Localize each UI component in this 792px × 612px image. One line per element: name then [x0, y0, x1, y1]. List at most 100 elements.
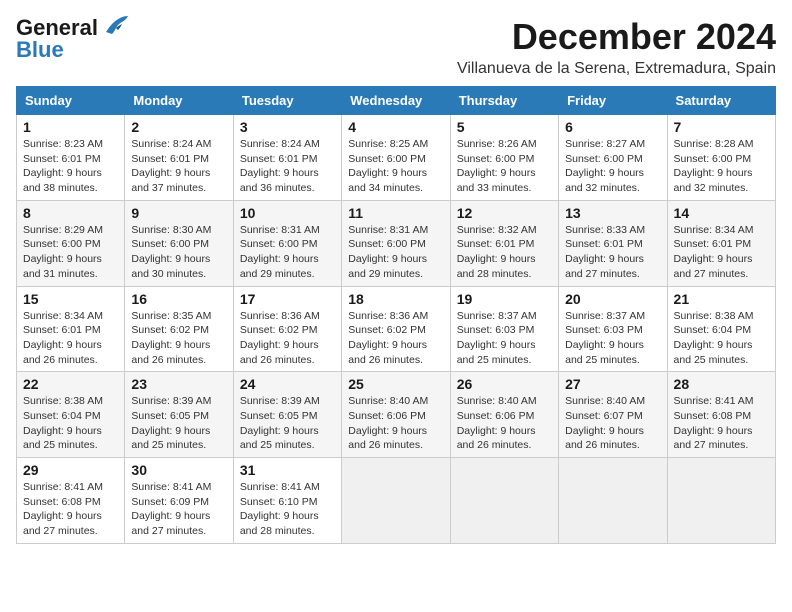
calendar-cell: 14 Sunrise: 8:34 AM Sunset: 6:01 PM Dayl… — [667, 200, 775, 286]
day-number: 26 — [457, 376, 552, 392]
day-number: 17 — [240, 291, 335, 307]
weekday-header-tuesday: Tuesday — [233, 87, 341, 115]
calendar-cell: 12 Sunrise: 8:32 AM Sunset: 6:01 PM Dayl… — [450, 200, 558, 286]
day-number: 30 — [131, 462, 226, 478]
calendar-cell: 11 Sunrise: 8:31 AM Sunset: 6:00 PM Dayl… — [342, 200, 450, 286]
day-info: Sunrise: 8:24 AM Sunset: 6:01 PM Dayligh… — [131, 137, 226, 196]
calendar-cell: 31 Sunrise: 8:41 AM Sunset: 6:10 PM Dayl… — [233, 458, 341, 544]
weekday-header-wednesday: Wednesday — [342, 87, 450, 115]
calendar-week-5: 29 Sunrise: 8:41 AM Sunset: 6:08 PM Dayl… — [17, 458, 776, 544]
day-info: Sunrise: 8:37 AM Sunset: 6:03 PM Dayligh… — [457, 309, 552, 368]
calendar-cell: 21 Sunrise: 8:38 AM Sunset: 6:04 PM Dayl… — [667, 286, 775, 372]
weekday-header-monday: Monday — [125, 87, 233, 115]
title-section: December 2024 Villanueva de la Serena, E… — [457, 16, 776, 78]
day-number: 10 — [240, 205, 335, 221]
day-number: 9 — [131, 205, 226, 221]
day-info: Sunrise: 8:40 AM Sunset: 6:06 PM Dayligh… — [457, 394, 552, 453]
calendar-cell: 19 Sunrise: 8:37 AM Sunset: 6:03 PM Dayl… — [450, 286, 558, 372]
logo-bird-icon — [102, 14, 130, 36]
day-info: Sunrise: 8:26 AM Sunset: 6:00 PM Dayligh… — [457, 137, 552, 196]
day-number: 20 — [565, 291, 660, 307]
day-info: Sunrise: 8:24 AM Sunset: 6:01 PM Dayligh… — [240, 137, 335, 196]
calendar-week-4: 22 Sunrise: 8:38 AM Sunset: 6:04 PM Dayl… — [17, 372, 776, 458]
calendar-week-2: 8 Sunrise: 8:29 AM Sunset: 6:00 PM Dayli… — [17, 200, 776, 286]
weekday-header-friday: Friday — [559, 87, 667, 115]
page-header: General Blue December 2024 Villanueva de… — [16, 16, 776, 78]
day-number: 21 — [674, 291, 769, 307]
day-info: Sunrise: 8:40 AM Sunset: 6:06 PM Dayligh… — [348, 394, 443, 453]
calendar-cell: 27 Sunrise: 8:40 AM Sunset: 6:07 PM Dayl… — [559, 372, 667, 458]
day-number: 3 — [240, 119, 335, 135]
calendar-cell: 3 Sunrise: 8:24 AM Sunset: 6:01 PM Dayli… — [233, 115, 341, 201]
weekday-header-sunday: Sunday — [17, 87, 125, 115]
calendar-cell: 7 Sunrise: 8:28 AM Sunset: 6:00 PM Dayli… — [667, 115, 775, 201]
day-info: Sunrise: 8:35 AM Sunset: 6:02 PM Dayligh… — [131, 309, 226, 368]
day-info: Sunrise: 8:38 AM Sunset: 6:04 PM Dayligh… — [674, 309, 769, 368]
day-number: 23 — [131, 376, 226, 392]
day-info: Sunrise: 8:36 AM Sunset: 6:02 PM Dayligh… — [348, 309, 443, 368]
day-number: 22 — [23, 376, 118, 392]
day-info: Sunrise: 8:32 AM Sunset: 6:01 PM Dayligh… — [457, 223, 552, 282]
day-info: Sunrise: 8:41 AM Sunset: 6:10 PM Dayligh… — [240, 480, 335, 539]
day-number: 4 — [348, 119, 443, 135]
day-info: Sunrise: 8:33 AM Sunset: 6:01 PM Dayligh… — [565, 223, 660, 282]
day-info: Sunrise: 8:25 AM Sunset: 6:00 PM Dayligh… — [348, 137, 443, 196]
month-title: December 2024 — [457, 16, 776, 58]
calendar-cell: 22 Sunrise: 8:38 AM Sunset: 6:04 PM Dayl… — [17, 372, 125, 458]
calendar-table: SundayMondayTuesdayWednesdayThursdayFrid… — [16, 86, 776, 544]
day-info: Sunrise: 8:37 AM Sunset: 6:03 PM Dayligh… — [565, 309, 660, 368]
day-number: 25 — [348, 376, 443, 392]
day-number: 2 — [131, 119, 226, 135]
day-number: 27 — [565, 376, 660, 392]
calendar-cell — [342, 458, 450, 544]
day-info: Sunrise: 8:38 AM Sunset: 6:04 PM Dayligh… — [23, 394, 118, 453]
calendar-cell: 29 Sunrise: 8:41 AM Sunset: 6:08 PM Dayl… — [17, 458, 125, 544]
logo-blue: Blue — [16, 37, 64, 63]
calendar-cell: 4 Sunrise: 8:25 AM Sunset: 6:00 PM Dayli… — [342, 115, 450, 201]
day-info: Sunrise: 8:39 AM Sunset: 6:05 PM Dayligh… — [240, 394, 335, 453]
calendar-cell: 23 Sunrise: 8:39 AM Sunset: 6:05 PM Dayl… — [125, 372, 233, 458]
day-info: Sunrise: 8:29 AM Sunset: 6:00 PM Dayligh… — [23, 223, 118, 282]
calendar-cell: 17 Sunrise: 8:36 AM Sunset: 6:02 PM Dayl… — [233, 286, 341, 372]
day-number: 12 — [457, 205, 552, 221]
day-number: 5 — [457, 119, 552, 135]
calendar-cell: 8 Sunrise: 8:29 AM Sunset: 6:00 PM Dayli… — [17, 200, 125, 286]
calendar-cell: 30 Sunrise: 8:41 AM Sunset: 6:09 PM Dayl… — [125, 458, 233, 544]
calendar-week-1: 1 Sunrise: 8:23 AM Sunset: 6:01 PM Dayli… — [17, 115, 776, 201]
day-number: 24 — [240, 376, 335, 392]
day-number: 31 — [240, 462, 335, 478]
day-info: Sunrise: 8:41 AM Sunset: 6:09 PM Dayligh… — [131, 480, 226, 539]
calendar-cell: 24 Sunrise: 8:39 AM Sunset: 6:05 PM Dayl… — [233, 372, 341, 458]
calendar-cell: 1 Sunrise: 8:23 AM Sunset: 6:01 PM Dayli… — [17, 115, 125, 201]
calendar-week-3: 15 Sunrise: 8:34 AM Sunset: 6:01 PM Dayl… — [17, 286, 776, 372]
day-number: 28 — [674, 376, 769, 392]
day-info: Sunrise: 8:27 AM Sunset: 6:00 PM Dayligh… — [565, 137, 660, 196]
calendar-cell: 13 Sunrise: 8:33 AM Sunset: 6:01 PM Dayl… — [559, 200, 667, 286]
day-number: 19 — [457, 291, 552, 307]
day-info: Sunrise: 8:34 AM Sunset: 6:01 PM Dayligh… — [23, 309, 118, 368]
day-number: 6 — [565, 119, 660, 135]
day-number: 8 — [23, 205, 118, 221]
day-info: Sunrise: 8:34 AM Sunset: 6:01 PM Dayligh… — [674, 223, 769, 282]
day-info: Sunrise: 8:40 AM Sunset: 6:07 PM Dayligh… — [565, 394, 660, 453]
calendar-cell: 28 Sunrise: 8:41 AM Sunset: 6:08 PM Dayl… — [667, 372, 775, 458]
calendar-cell: 9 Sunrise: 8:30 AM Sunset: 6:00 PM Dayli… — [125, 200, 233, 286]
day-info: Sunrise: 8:23 AM Sunset: 6:01 PM Dayligh… — [23, 137, 118, 196]
weekday-header-thursday: Thursday — [450, 87, 558, 115]
calendar-cell — [559, 458, 667, 544]
day-info: Sunrise: 8:31 AM Sunset: 6:00 PM Dayligh… — [240, 223, 335, 282]
calendar-cell: 26 Sunrise: 8:40 AM Sunset: 6:06 PM Dayl… — [450, 372, 558, 458]
day-info: Sunrise: 8:39 AM Sunset: 6:05 PM Dayligh… — [131, 394, 226, 453]
day-info: Sunrise: 8:41 AM Sunset: 6:08 PM Dayligh… — [23, 480, 118, 539]
day-info: Sunrise: 8:31 AM Sunset: 6:00 PM Dayligh… — [348, 223, 443, 282]
calendar-cell: 5 Sunrise: 8:26 AM Sunset: 6:00 PM Dayli… — [450, 115, 558, 201]
calendar-cell: 10 Sunrise: 8:31 AM Sunset: 6:00 PM Dayl… — [233, 200, 341, 286]
day-number: 18 — [348, 291, 443, 307]
day-number: 29 — [23, 462, 118, 478]
calendar-cell: 2 Sunrise: 8:24 AM Sunset: 6:01 PM Dayli… — [125, 115, 233, 201]
day-number: 7 — [674, 119, 769, 135]
day-number: 16 — [131, 291, 226, 307]
calendar-header-row: SundayMondayTuesdayWednesdayThursdayFrid… — [17, 87, 776, 115]
calendar-cell: 25 Sunrise: 8:40 AM Sunset: 6:06 PM Dayl… — [342, 372, 450, 458]
day-info: Sunrise: 8:41 AM Sunset: 6:08 PM Dayligh… — [674, 394, 769, 453]
